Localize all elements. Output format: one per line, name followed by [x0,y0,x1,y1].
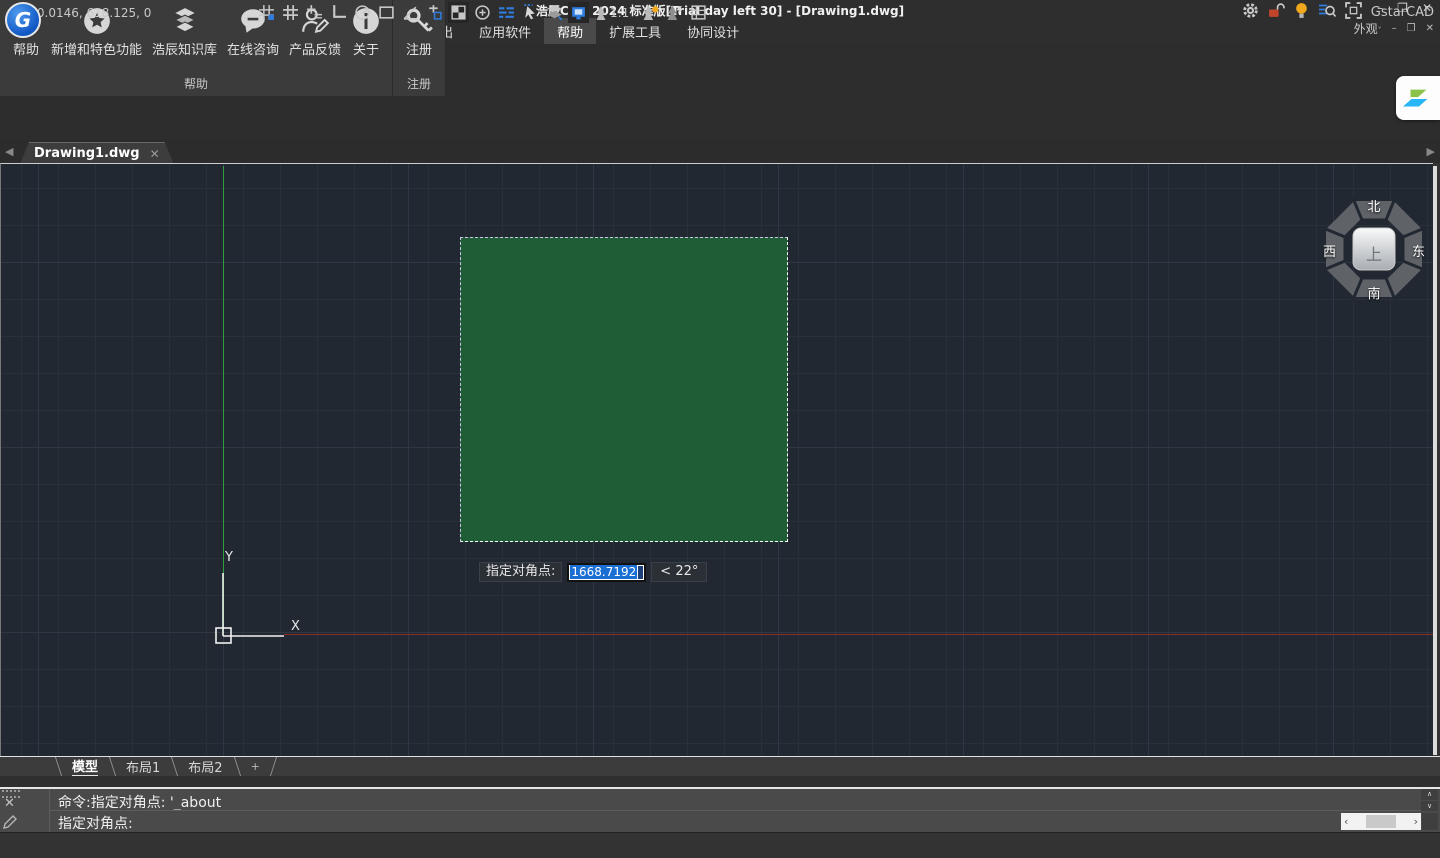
find-zoom-icon[interactable] [1318,2,1336,23]
scroll-up-icon[interactable]: ∧ [1421,789,1438,800]
view-cube-south[interactable]: 南 [1320,283,1428,302]
quick-properties-toggle[interactable] [568,2,589,23]
help-panel-label: 帮助 [0,75,392,96]
assistant-launcher-icon[interactable] [1396,76,1440,120]
command-area-gap [0,776,1440,787]
doc-tabs-scroll-right-icon[interactable]: ▶ [1427,145,1435,158]
layer-isolate-toggle[interactable] [544,2,565,23]
command-edit-icon [3,815,17,833]
ucs-y-label: Y [225,550,233,565]
grid-display-toggle[interactable] [280,2,301,23]
view-cube[interactable]: 北 南 西 东 上 [1320,195,1428,303]
auto-annotation-scale-toggle[interactable] [664,2,685,23]
layout-tab-layout2[interactable]: 布局2 [174,757,236,776]
fullscreen-icon[interactable] [1345,2,1362,23]
view-cube-north[interactable]: 北 [1320,196,1428,215]
settings-gear-icon[interactable] [1242,2,1259,23]
brand-label: GstarCAD [1371,5,1434,20]
hatch-display-toggle[interactable] [448,2,469,23]
dynamic-input: 指定对角点: 1668.7192 < 22° [479,562,707,582]
scrollbar-corner [1422,813,1438,830]
workspace-switch-toggle[interactable] [688,2,709,23]
text-caret [638,566,643,579]
command-line-separator [50,810,1421,811]
scroll-left-icon[interactable]: ‹ [1344,815,1348,828]
command-history-line: 命令:指定对角点: '_about [58,792,221,812]
snap-settings-toggle[interactable] [304,2,325,23]
crossing-selection-window [460,237,788,542]
isometric-draft-toggle[interactable] [400,2,421,23]
books-stack-icon [170,6,200,36]
canvas-vertical-scrollbar[interactable] [1433,166,1437,755]
lineweight-toggle[interactable] [496,2,517,23]
dynamic-input-angle: < 22° [651,562,707,582]
dynamic-input-field[interactable]: 1668.7192 [567,563,646,582]
status-right-controls: GstarCAD [1242,0,1434,25]
document-tab-bar [0,140,1440,163]
document-tab-close-icon[interactable]: ✕ [150,147,160,161]
x-axis-line [284,634,1433,635]
layout-tab-bar: 模型 布局1 布局2 + [0,756,1440,777]
dynamic-input-toggle[interactable] [472,2,493,23]
knowledge-base-button[interactable]: 浩辰知识库 [147,4,222,60]
scrollbar-thumb[interactable] [1366,815,1396,828]
annotation-person-icon [594,5,608,21]
command-line-rail: ✕ [0,789,50,832]
lamp-icon[interactable] [1294,2,1309,23]
unlock-icon[interactable] [1268,2,1285,23]
scroll-right-icon[interactable]: › [1414,815,1418,828]
dynamic-ucs-toggle[interactable] [376,2,397,23]
command-vertical-scrollbar[interactable]: ∧ ∨ [1421,789,1438,811]
snap-mode-toggle[interactable] [256,2,277,23]
layout-tab-add[interactable]: + [237,757,274,776]
app-logo-icon[interactable]: G [5,2,41,38]
status-toggles: 1:1 ˅ [256,0,709,25]
annotation-scale-dropdown-icon: ˅ [631,8,635,17]
command-prompt-line[interactable]: 指定对角点: [58,813,133,833]
logo-letter: G [15,8,31,32]
dynamic-input-prompt: 指定对角点: [479,562,562,582]
layout-tab-layout1[interactable]: 布局1 [112,757,174,776]
doc-tabs-scroll-left-icon[interactable]: ◀ [5,145,13,158]
drawing-canvas[interactable]: Y X 指定对角点: 1668.7192 < 22° [0,163,1433,756]
command-close-icon[interactable]: ✕ [4,796,15,811]
register-panel-label: 注册 [393,75,445,96]
polar-tracking-toggle[interactable] [352,2,373,23]
annotation-scale-control[interactable]: 1:1 ˅ [592,2,637,23]
appearance-dropdown-icon: ˅ [1378,26,1382,35]
scroll-down-icon[interactable]: ∨ [1421,801,1438,812]
annotation-scale-value: 1:1 [610,6,629,20]
document-tab-label: Drawing1.dwg [34,146,140,161]
command-line-panel: ✕ 命令:指定对角点: '_about 指定对角点: ∧ ∨ ‹ › [0,787,1440,832]
application-window: G ˅ ˅ 二维草图 ▾ ▾ 浩辰CAD 2024 标准版[Trial day … [0,0,1440,858]
layout-tab-model[interactable]: 模型 [58,757,112,776]
ucs-icon [201,549,316,649]
document-tab[interactable]: Drawing1.dwg ✕ [20,142,174,164]
ucs-x-label: X [291,619,300,634]
ortho-mode-toggle[interactable] [328,2,349,23]
annotation-visibility-toggle[interactable] [640,2,661,23]
dynamic-input-value: 1668.7192 [570,565,637,579]
command-horizontal-scrollbar[interactable]: ‹ › [1341,813,1421,830]
object-snap-toggle[interactable] [424,2,445,23]
status-bar [0,832,1440,858]
view-cube-top[interactable]: 上 [1320,241,1428,265]
selection-cycling-toggle[interactable] [520,2,541,23]
